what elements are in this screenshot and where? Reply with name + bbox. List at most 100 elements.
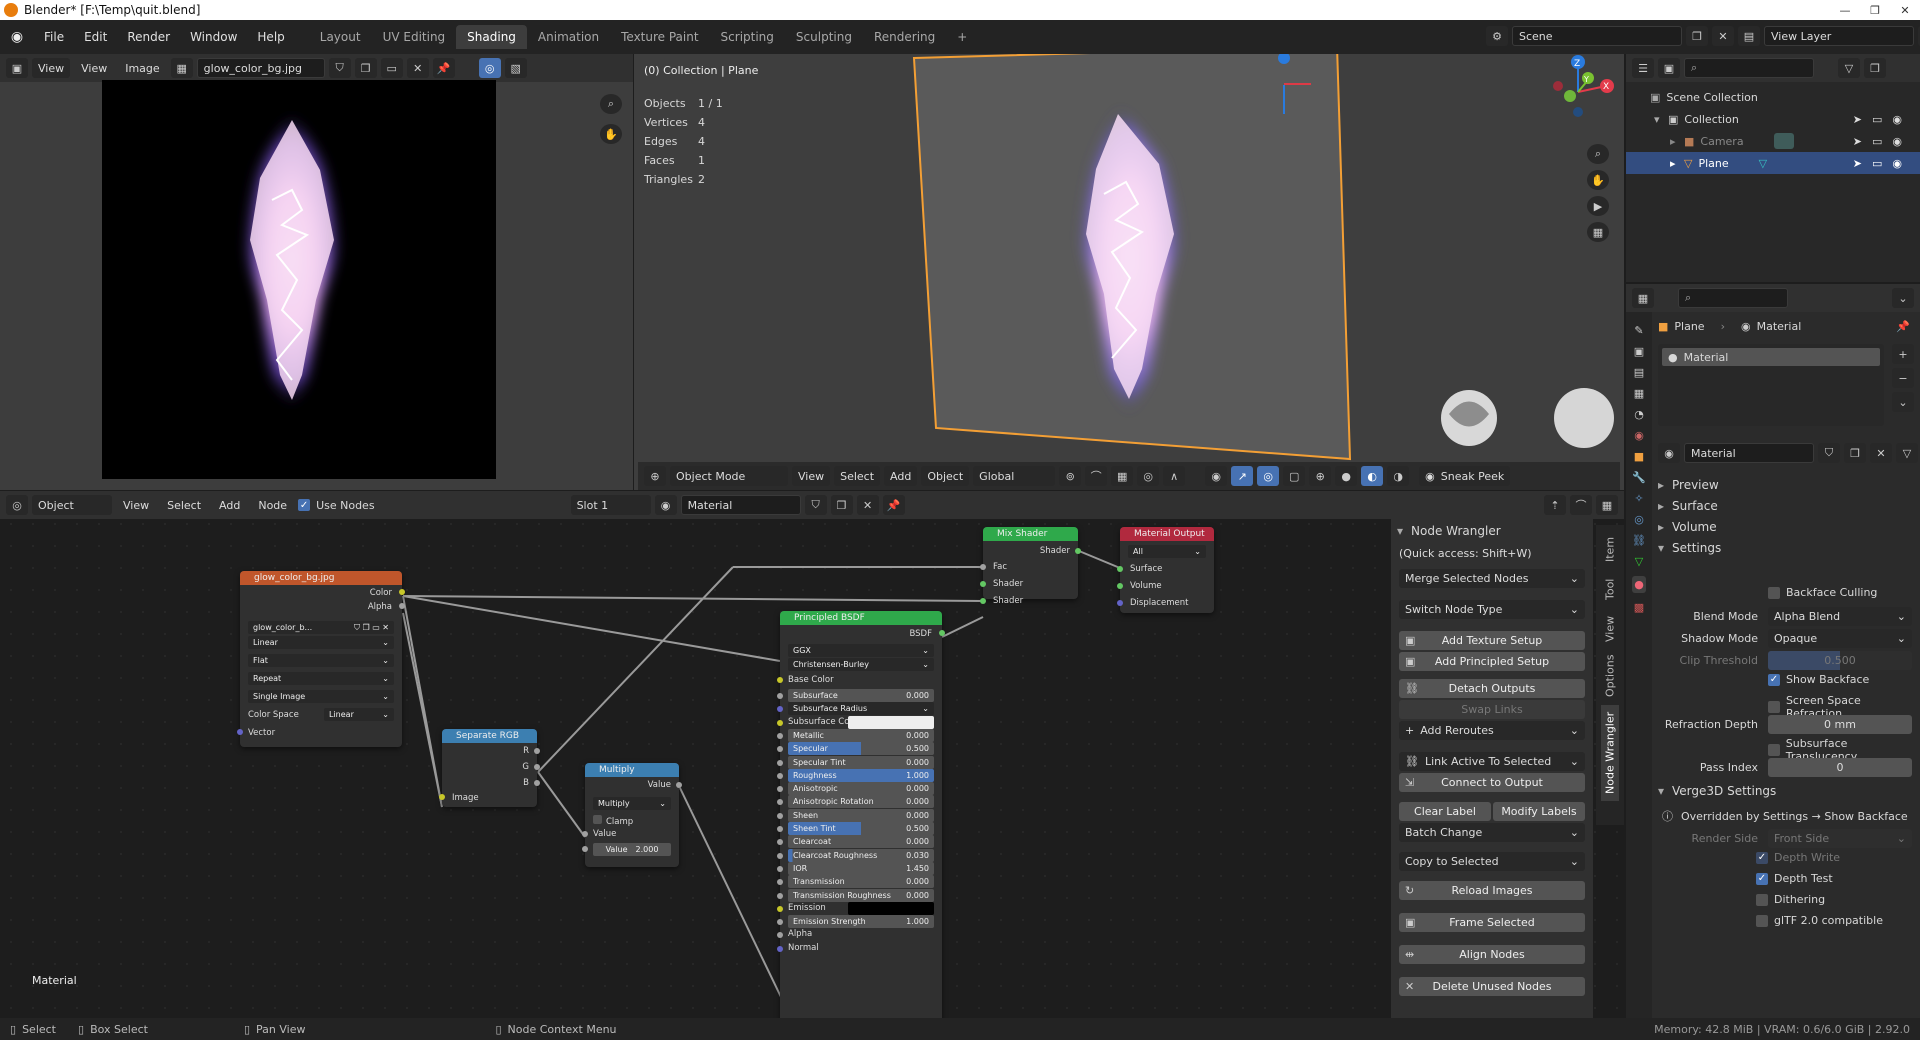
navigation-gizmo[interactable]: Z X Y bbox=[1544, 54, 1614, 129]
object-tab-icon[interactable]: ■ bbox=[1634, 450, 1644, 463]
add-workspace-button[interactable]: + bbox=[946, 25, 978, 49]
bsdf-input-field[interactable]: Sheen 0.000 bbox=[788, 808, 934, 822]
view-mode-dropdown[interactable]: View bbox=[32, 58, 71, 78]
zoom-icon[interactable]: ⌕ bbox=[600, 94, 622, 114]
rendered-shading-icon[interactable]: ◑ bbox=[1387, 466, 1410, 486]
image-name-field[interactable]: glow_color_bg.jpg bbox=[196, 58, 325, 78]
menu-window[interactable]: Window bbox=[180, 30, 247, 44]
image-browse-icon[interactable]: ▦ bbox=[170, 58, 193, 78]
input-socket[interactable] bbox=[777, 759, 783, 766]
merge-selected-dropdown[interactable]: Merge Selected Nodes ⌄ bbox=[1399, 569, 1585, 588]
transform-orientation-dropdown[interactable]: Global bbox=[973, 466, 1056, 486]
bsdf-input-field[interactable]: Subsurface Radius ⌄ bbox=[788, 702, 934, 716]
scene-icon[interactable]: ⚙ bbox=[1486, 26, 1508, 46]
row-toggles[interactable]: ➤▭◉ bbox=[1853, 135, 1912, 148]
tab-tool[interactable]: Tool bbox=[1601, 571, 1619, 607]
delete-scene-icon[interactable]: ✕ bbox=[1712, 26, 1734, 46]
pan-hand-icon[interactable]: ✋ bbox=[600, 124, 622, 144]
editor-type-icon[interactable]: ☰ bbox=[1632, 58, 1654, 78]
panel-surface[interactable]: ▸ Surface bbox=[1658, 495, 1920, 516]
pan-hand-icon[interactable]: ✋ bbox=[1587, 170, 1609, 190]
bsdf-input-field[interactable]: Subsurface 0.000 bbox=[788, 689, 934, 702]
wireframe-shading-icon[interactable]: ⊕ bbox=[1309, 466, 1332, 486]
tab-shading[interactable]: Shading bbox=[456, 25, 527, 49]
node-header[interactable]: Material Output bbox=[1120, 527, 1214, 541]
value-field[interactable]: Value 2.000 bbox=[593, 843, 671, 856]
scene-tab-icon[interactable]: ◔ bbox=[1634, 408, 1644, 421]
math-operation-dropdown[interactable]: Multiply ⌄ bbox=[593, 797, 671, 810]
panel-settings[interactable]: ▾ Settings bbox=[1658, 537, 1920, 558]
delete-unused-nodes-button[interactable]: ✕ Delete Unused Nodes bbox=[1399, 977, 1585, 996]
camera-view-icon[interactable]: ▶ bbox=[1587, 196, 1609, 216]
disclosure-icon[interactable]: ▸ bbox=[1670, 135, 1684, 148]
output-target-dropdown[interactable]: All ⌄ bbox=[1128, 545, 1206, 558]
principled-bsdf-node[interactable]: Principled BSDF BSDF GGX ⌄ Christensen-Bu… bbox=[777, 611, 945, 1018]
input-socket[interactable] bbox=[777, 746, 783, 753]
particles-tab-icon[interactable]: ✧ bbox=[1634, 492, 1643, 505]
modifier-tab-icon[interactable]: 🔧 bbox=[1632, 471, 1646, 484]
node-header[interactable]: glow_color_bg.jpg bbox=[240, 571, 402, 585]
open-image-icon[interactable]: ▭ bbox=[380, 58, 403, 78]
clamp-checkbox[interactable]: Clamp bbox=[593, 815, 633, 827]
menu-edit[interactable]: Edit bbox=[74, 30, 117, 44]
material-browse-icon[interactable]: ◉ bbox=[1658, 443, 1680, 463]
bsdf-input-field[interactable]: Transmission 0.000 bbox=[788, 875, 934, 889]
bsdf-input-field[interactable]: Metallic 0.000 bbox=[788, 728, 934, 742]
node-header[interactable]: Separate RGB bbox=[442, 729, 537, 743]
zoom-icon[interactable]: ⌕ bbox=[1587, 144, 1609, 164]
material-tab-icon[interactable]: ● bbox=[1632, 576, 1646, 593]
frame-selected-button[interactable]: ▣ Frame Selected bbox=[1399, 913, 1585, 932]
pin-icon[interactable]: 📌 bbox=[432, 58, 455, 78]
depth-test-checkbox[interactable]: ✓ Depth Test bbox=[1756, 872, 1833, 885]
display-mode-icon[interactable]: ▣ bbox=[1658, 58, 1680, 78]
input-socket[interactable] bbox=[777, 852, 783, 859]
shadow-mode-dropdown[interactable]: Opaque ⌄ bbox=[1768, 629, 1912, 648]
scene-field[interactable]: Scene bbox=[1512, 26, 1682, 46]
tab-animation[interactable]: Animation bbox=[527, 25, 610, 49]
panel-volume[interactable]: ▸ Volume bbox=[1658, 516, 1920, 537]
input-socket[interactable] bbox=[777, 839, 783, 846]
node-header[interactable]: Mix Shader bbox=[983, 527, 1078, 541]
image-menu-view[interactable]: View bbox=[74, 62, 114, 75]
output-tab-icon[interactable]: ▤ bbox=[1634, 366, 1644, 379]
row-toggles[interactable]: ➤▭◉ bbox=[1853, 157, 1912, 170]
gltf-checkbox[interactable]: glTF 2.0 compatible bbox=[1756, 914, 1883, 927]
filter-icon[interactable]: ▽ bbox=[1838, 58, 1860, 78]
backface-culling-checkbox[interactable]: Backface Culling bbox=[1768, 586, 1877, 599]
snap-icon[interactable]: ⌒ bbox=[1085, 466, 1108, 486]
clip-threshold-field[interactable]: 0.500 bbox=[1768, 651, 1912, 670]
minimize-button[interactable]: — bbox=[1830, 0, 1860, 20]
constraints-tab-icon[interactable]: ⛓ bbox=[1632, 534, 1646, 547]
fake-user-icon[interactable]: ⛉ bbox=[328, 58, 351, 78]
viewport-menu-object[interactable]: Object bbox=[921, 466, 970, 486]
image-texture-node[interactable]: glow_color_bg.jpg Color Alpha glow_color… bbox=[237, 571, 405, 747]
maximize-button[interactable]: ❐ bbox=[1860, 0, 1890, 20]
input-socket[interactable] bbox=[777, 772, 783, 779]
editor-type-icon[interactable]: ⊕ bbox=[644, 466, 666, 486]
image-datablock-field[interactable]: glow_color_b... ⛉ ❐ ▭ ✕ bbox=[248, 621, 394, 634]
viewport-menu-add[interactable]: Add bbox=[884, 466, 918, 486]
bsdf-input-field[interactable]: Anisotropic 0.000 bbox=[788, 782, 934, 796]
display-channels-icon[interactable]: ▧ bbox=[504, 58, 527, 78]
add-slot-icon[interactable]: + bbox=[1892, 344, 1914, 364]
color-space-dropdown[interactable]: Linear ⌄ bbox=[324, 708, 394, 721]
overlay-toggle-icon[interactable]: ◎ bbox=[1257, 466, 1280, 486]
properties-search-input[interactable]: ⌕ bbox=[1678, 288, 1788, 308]
blend-mode-dropdown[interactable]: Alpha Blend ⌄ bbox=[1768, 607, 1912, 626]
menu-render[interactable]: Render bbox=[117, 30, 180, 44]
input-socket[interactable] bbox=[777, 812, 783, 819]
input-socket[interactable] bbox=[777, 732, 783, 739]
solid-shading-icon[interactable]: ● bbox=[1335, 466, 1358, 486]
panel-verge3d[interactable]: ▾ Verge3D Settings bbox=[1658, 784, 1776, 798]
data-tab-icon[interactable]: ▽ bbox=[1635, 555, 1643, 568]
material-slot-item[interactable]: ● Material bbox=[1662, 348, 1880, 366]
material-shading-icon[interactable]: ◐ bbox=[1361, 466, 1384, 486]
link-options-icon[interactable]: ▽ bbox=[1896, 443, 1918, 463]
tab-layout[interactable]: Layout bbox=[309, 25, 372, 49]
menu-help[interactable]: Help bbox=[247, 30, 294, 44]
visibility-icon[interactable]: ◉ bbox=[1205, 466, 1228, 486]
viewport-menu-view[interactable]: View bbox=[792, 466, 831, 486]
tool-tab-icon[interactable]: ✎ bbox=[1634, 324, 1643, 337]
subsurface-method-dropdown[interactable]: Christensen-Burley ⌄ bbox=[788, 658, 934, 671]
duplicate-material-icon[interactable]: ❐ bbox=[1844, 443, 1866, 463]
